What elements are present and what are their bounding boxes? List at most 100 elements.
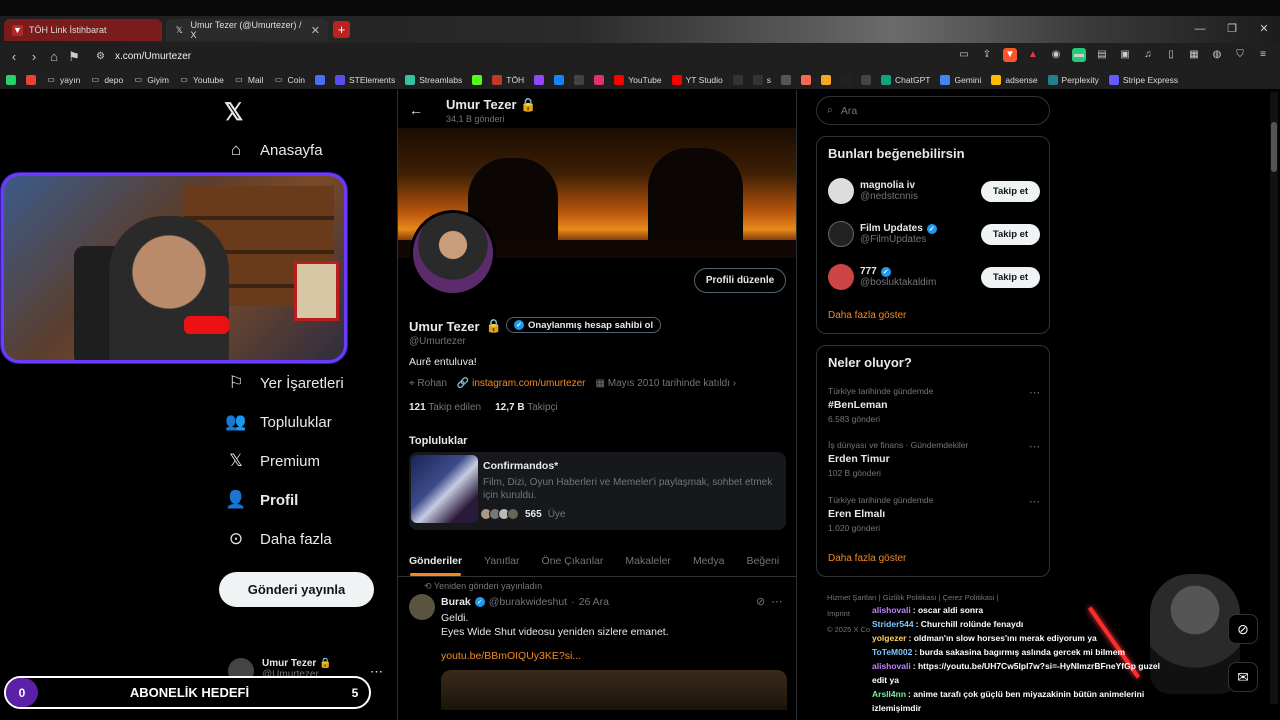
menu-icon[interactable]: ≡ — [1256, 48, 1270, 62]
nav-item-communities[interactable]: 👥 Topluluklar — [225, 412, 331, 432]
bookmark-item[interactable] — [781, 74, 792, 85]
bookmark-item[interactable] — [574, 74, 585, 85]
tweet-author[interactable]: Burak — [441, 596, 471, 608]
bookmark-item[interactable] — [554, 74, 565, 85]
bookmark-item[interactable]: Perplexity — [1047, 74, 1099, 85]
more-options-icon[interactable]: ⋯ — [1029, 495, 1040, 508]
tweet-link[interactable]: youtu.be/BBmOIQUy3KE?si... — [441, 650, 581, 662]
bookmark-item[interactable]: adsense — [991, 74, 1038, 85]
close-window-icon[interactable]: ✕ — [1248, 16, 1280, 43]
brave-rewards-icon[interactable]: ▲ — [1026, 48, 1040, 62]
grok-button[interactable]: ⊘ — [1228, 614, 1258, 644]
follow-button[interactable]: Takip et — [981, 180, 1040, 202]
follow-button[interactable]: Takip et — [981, 266, 1040, 288]
maximize-icon[interactable]: ❐ — [1216, 16, 1248, 43]
tab-articles[interactable]: Makaleler — [614, 546, 682, 576]
extension-icon[interactable]: ▬ — [1072, 48, 1086, 62]
bookmark-item[interactable] — [472, 74, 483, 85]
bookmark-item[interactable]: TÖH — [492, 74, 524, 85]
tweet-handle[interactable]: @burakwideshut — [489, 596, 567, 608]
trend-item[interactable]: Türkiye tarihinde gündemde #BenLeman 6.5… — [828, 386, 1040, 424]
suggestion-item[interactable]: 777 ✓ @bosluktakaldim Takip et — [828, 264, 1040, 290]
extension-icon[interactable]: ▤ — [1095, 48, 1109, 62]
extension-icon[interactable]: ◉ — [1049, 48, 1063, 62]
get-verified-button[interactable]: ✓ Onaylanmış hesap sahibi ol — [506, 317, 662, 333]
bookmark-item[interactable]: Stripe Express — [1108, 74, 1178, 85]
footer-link[interactable]: Imprint — [827, 609, 850, 618]
trend-item[interactable]: Türkiye tarihinde gündemde Eren Elmalı 1… — [828, 495, 1040, 533]
bookmark-item[interactable] — [534, 74, 545, 85]
profile-avatar[interactable] — [410, 210, 496, 296]
bookmark-item[interactable]: STElements — [334, 74, 395, 85]
following-link[interactable]: 121 Takip edilen — [409, 402, 481, 413]
bookmark-item[interactable]: Gemini — [940, 74, 981, 85]
back-arrow-icon[interactable]: ← — [409, 102, 423, 118]
wallet-icon[interactable]: ▦ — [1187, 48, 1201, 62]
security-icon[interactable]: ⛉ — [1233, 48, 1247, 62]
forward-icon[interactable]: › — [24, 49, 44, 64]
share-icon[interactable]: ⇪ — [980, 48, 994, 62]
trend-item[interactable]: İş dünyası ve finans · Gündemdekiler Erd… — [828, 440, 1040, 478]
minimize-icon[interactable]: — — [1184, 16, 1216, 43]
home-icon[interactable]: ⌂ — [44, 49, 64, 64]
bookmark-item[interactable]: ▭ Giyim — [133, 75, 169, 85]
bookmark-item[interactable] — [6, 74, 16, 85]
show-more-link[interactable]: Daha fazla göster — [828, 310, 906, 321]
media-icon[interactable]: ♫ — [1141, 48, 1155, 62]
bookmark-item[interactable] — [801, 74, 812, 85]
more-options-icon[interactable]: ⋯ — [771, 596, 782, 608]
sidebar-icon[interactable]: ▯ — [1164, 48, 1178, 62]
footer-link[interactable]: Hizmet Şartları — [827, 593, 877, 602]
bookmark-item[interactable]: YouTube — [614, 74, 662, 85]
bookmark-item[interactable]: ▭ Coin — [273, 75, 305, 85]
bookmark-item[interactable] — [861, 74, 872, 85]
tab-replies[interactable]: Yanıtlar — [473, 546, 530, 576]
bookmark-item[interactable]: ▭ depo — [90, 75, 124, 85]
tab-posts[interactable]: Gönderiler — [398, 546, 473, 576]
brave-shield-icon[interactable]: ▼ — [1003, 48, 1017, 62]
page-scrollbar[interactable] — [1270, 92, 1278, 704]
url-field[interactable]: ⚙ x.com/Umurtezer — [96, 51, 191, 62]
avatar[interactable] — [409, 594, 435, 620]
bookmark-item[interactable]: ▭ Mail — [234, 75, 263, 85]
tab-highlights[interactable]: Öne Çıkanlar — [531, 546, 615, 576]
bookmark-item[interactable] — [594, 74, 605, 85]
scrollbar-thumb[interactable] — [1271, 122, 1277, 172]
nav-item-bookmarks[interactable]: ⚐ Yer İşaretleri — [226, 373, 343, 393]
nav-item-profile[interactable]: 👤 Profil — [225, 490, 298, 510]
bookmark-item[interactable] — [26, 74, 36, 85]
browser-tab-1[interactable]: ▼ TÖH Link İstihbarat — [4, 19, 162, 41]
nav-item-premium[interactable]: 𝕏 Premium — [226, 451, 320, 471]
new-tab-button[interactable]: + — [333, 21, 350, 38]
bookmark-item[interactable]: Streamlabs — [405, 74, 462, 85]
tweet-date[interactable]: 26 Ara — [579, 596, 609, 608]
bookmark-item[interactable] — [314, 74, 325, 85]
bookmark-item[interactable] — [732, 74, 743, 85]
grok-icon[interactable]: ⊘ — [756, 596, 765, 608]
bookmark-item[interactable]: ▭ yayın — [46, 75, 80, 85]
bookmark-item[interactable] — [841, 74, 852, 85]
bookmark-item[interactable]: ChatGPT — [881, 74, 930, 85]
site-info-icon[interactable]: ⚙ — [96, 51, 105, 62]
edit-profile-button[interactable]: Profili düzenle — [694, 268, 786, 293]
show-more-link[interactable]: Daha fazla göster — [828, 553, 906, 564]
search-input[interactable]: ⌕ Ara — [816, 96, 1050, 125]
suggestion-item[interactable]: magnolia iv @nedstcnnis Takip et — [828, 178, 1040, 204]
cast-icon[interactable]: ▭ — [957, 48, 971, 62]
browser-tab-2[interactable]: 𝕏 Umur Tezer (@Umurtezer) / X ✕ — [166, 19, 328, 41]
bookmark-item[interactable] — [821, 74, 832, 85]
vpn-icon[interactable]: ◍ — [1210, 48, 1224, 62]
extension-icon[interactable]: ▣ — [1118, 48, 1132, 62]
bookmark-item[interactable]: ▭ Youtube — [179, 75, 224, 85]
more-options-icon[interactable]: ⋯ — [370, 664, 383, 680]
bookmark-page-icon[interactable]: ⚑ — [64, 49, 84, 65]
post-button[interactable]: Gönderi yayınla — [219, 572, 374, 607]
nav-item-more[interactable]: ⊙ Daha fazla — [226, 529, 332, 549]
bookmark-item[interactable]: YT Studio — [671, 74, 723, 85]
back-icon[interactable]: ‹ — [4, 49, 24, 64]
tab-media[interactable]: Medya — [682, 546, 736, 576]
tweet-media[interactable] — [441, 670, 787, 710]
close-icon[interactable]: ✕ — [311, 24, 320, 37]
join-date[interactable]: ▦ Mayıs 2010 tarihinde katıldı › — [596, 378, 737, 389]
bookmark-item[interactable]: s — [752, 74, 771, 85]
